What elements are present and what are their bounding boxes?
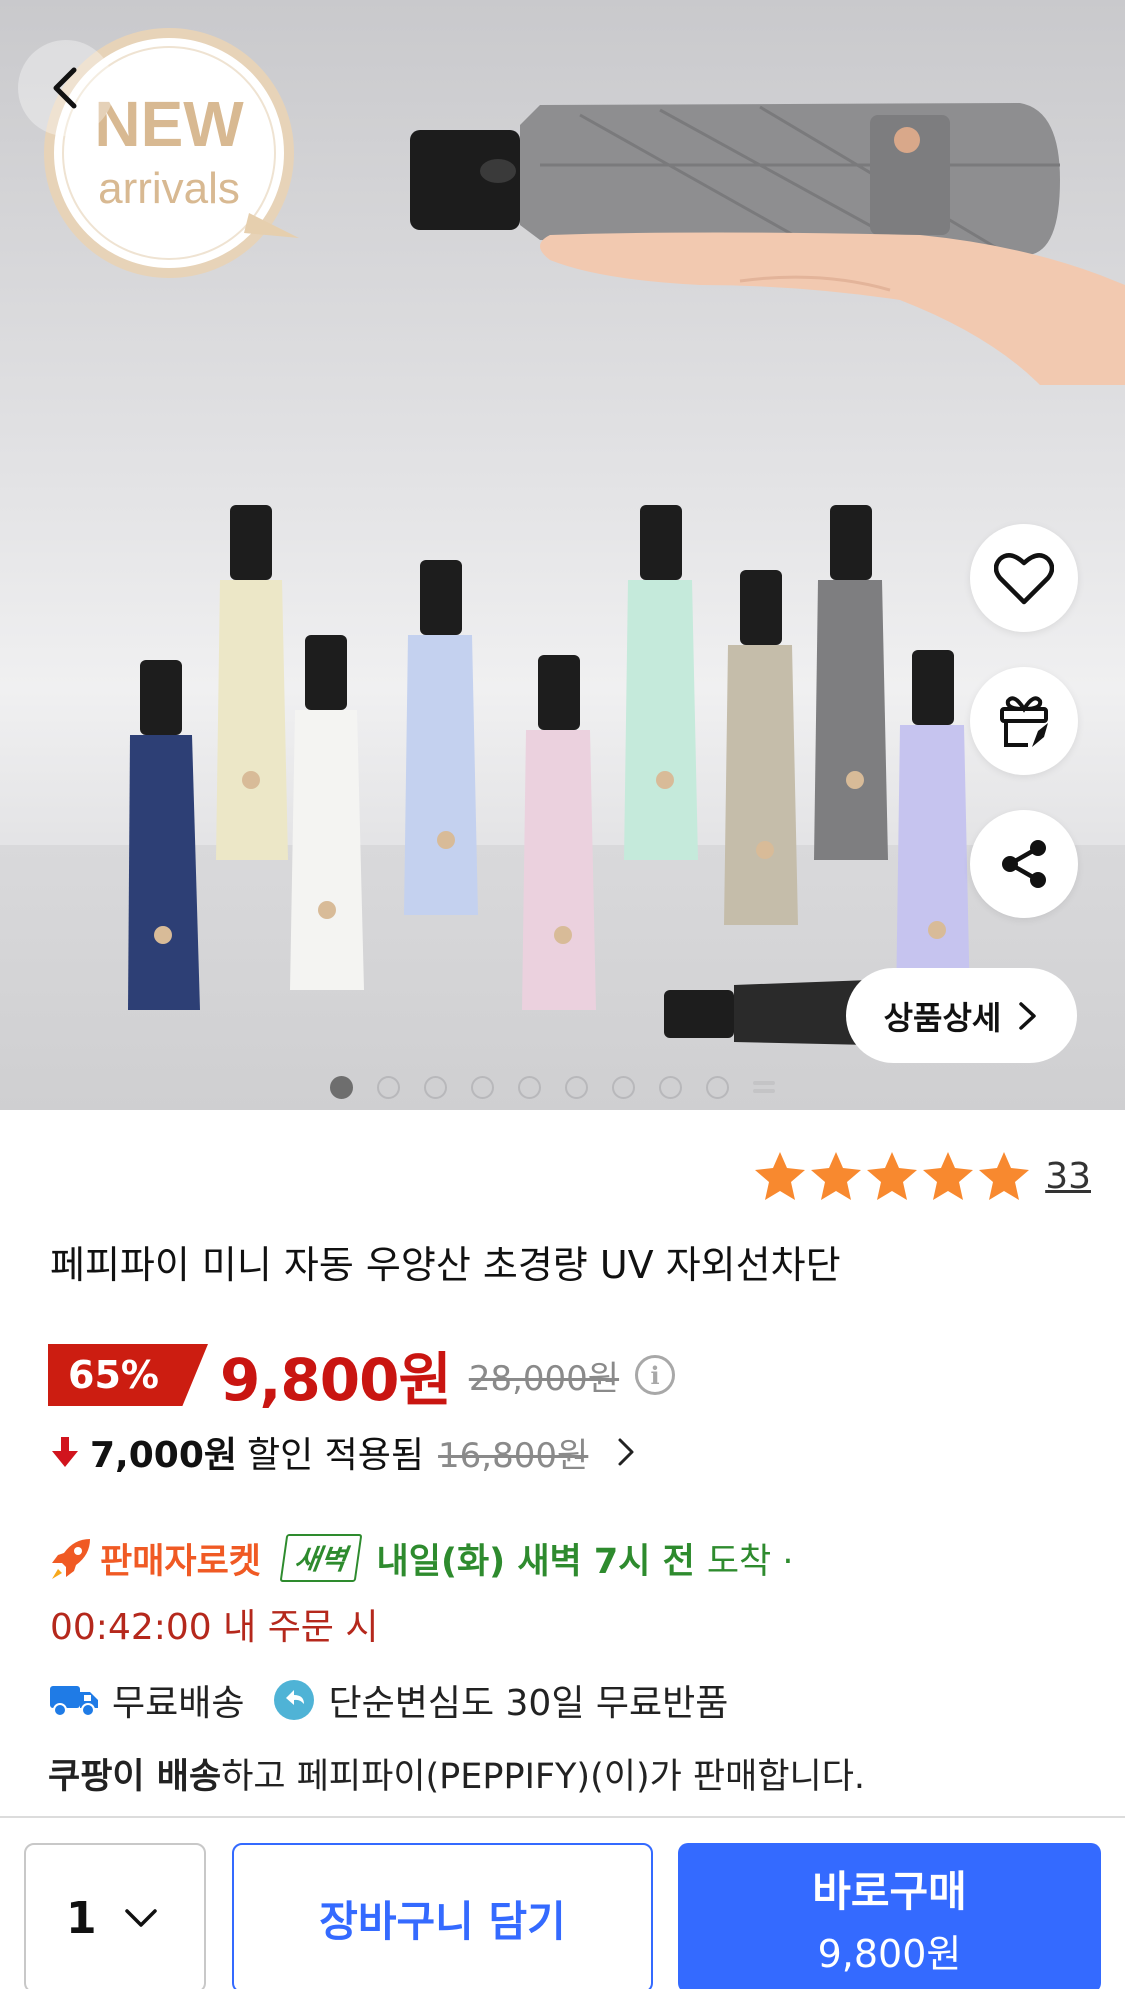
- dawn-delivery-badge: 새벽: [279, 1534, 362, 1582]
- badge-new-text: NEW: [94, 88, 244, 160]
- gift-icon: [1000, 696, 1048, 747]
- carousel-dot[interactable]: [565, 1075, 588, 1099]
- product-detail-label: 상품상세: [883, 998, 1002, 1037]
- quantity-value: 1: [66, 1892, 97, 1944]
- carousel-dot[interactable]: [471, 1075, 494, 1099]
- discount-badge: 65%: [48, 1344, 208, 1406]
- original-price: 28,000원: [468, 1358, 620, 1399]
- seller-text: 하고 페피파이(PEPPIFY)(이)가 판매합니다.: [221, 1757, 866, 1797]
- carousel-dot[interactable]: [518, 1075, 541, 1099]
- coupon-applied-text: 할인 적용됨: [247, 1435, 425, 1476]
- hand-holding-umbrella-image: [410, 103, 1125, 385]
- free-return-text: 단순변심도 30일 무료반품: [328, 1683, 729, 1724]
- arrival-suffix: 도착 ·: [706, 1541, 794, 1582]
- shipper-name: 쿠팡이 배송: [48, 1757, 222, 1797]
- quantity-select[interactable]: 1: [24, 1843, 206, 1989]
- carousel-pagination: [330, 1075, 775, 1099]
- badge-arrivals-text: arrivals: [98, 164, 240, 213]
- price-row: 65% 9,800원 28,000원 i: [48, 1340, 676, 1414]
- rating-summary[interactable]: 33: [753, 1150, 1091, 1202]
- coupon-original-price: 16,800원: [438, 1435, 589, 1476]
- delivery-info-row: 판매자로켓 새벽 내일(화) 새벽 7시 전 도착 ·: [48, 1530, 794, 1586]
- carousel-dot[interactable]: [612, 1075, 635, 1099]
- rocket-delivery-label: 판매자로켓: [100, 1541, 262, 1582]
- share-icon: [1002, 840, 1046, 888]
- product-detail-button[interactable]: 상품상세: [846, 968, 1077, 1063]
- carousel-dot[interactable]: [706, 1075, 729, 1099]
- umbrella-lineup-image: [128, 505, 970, 1045]
- seller-info: 쿠팡이 배송하고 페피파이(PEPPIFY)(이)가 판매합니다.: [48, 1748, 865, 1799]
- back-button[interactable]: [18, 40, 114, 136]
- free-shipping-text: 무료배송: [112, 1683, 245, 1724]
- sale-price: 9,800원: [220, 1346, 452, 1414]
- chevron-right-icon: [1019, 1001, 1037, 1030]
- coupon-amount: 7,000원: [90, 1435, 237, 1476]
- product-title: 페피파이 미니 자동 우양산 초경량 UV 자외선차단: [50, 1243, 841, 1287]
- arrival-date: 내일(화) 새벽 7시 전: [376, 1541, 695, 1582]
- buy-now-button[interactable]: 바로구매 9,800원: [678, 1843, 1101, 1989]
- rocket-icon: [52, 1539, 90, 1579]
- return-icon: [274, 1680, 315, 1720]
- carousel-dot[interactable]: [330, 1075, 353, 1099]
- chevron-right-icon: [618, 1438, 634, 1466]
- heart-icon: [994, 553, 1054, 605]
- gift-button[interactable]: [970, 667, 1078, 775]
- star-rating: [753, 1150, 1031, 1202]
- product-image-carousel[interactable]: NEW arrivals 상품상세: [0, 0, 1125, 1110]
- truck-icon: [50, 1686, 98, 1717]
- carousel-dot[interactable]: [659, 1075, 682, 1099]
- purchase-bar: 1 장바구니 담기 바로구매 9,800원: [0, 1816, 1125, 1989]
- arrow-down-icon: [52, 1437, 78, 1467]
- wishlist-button[interactable]: [970, 524, 1078, 632]
- add-to-cart-button[interactable]: 장바구니 담기: [232, 1843, 653, 1989]
- star-icon: [923, 1152, 974, 1200]
- star-icon: [811, 1152, 862, 1200]
- star-icon: [979, 1152, 1030, 1200]
- carousel-more-icon: [753, 1076, 775, 1098]
- share-button[interactable]: [970, 810, 1078, 918]
- chevron-left-icon: [53, 67, 77, 109]
- add-to-cart-label: 장바구니 담기: [319, 1896, 566, 1946]
- buy-now-label: 바로구매: [812, 1867, 967, 1916]
- info-icon[interactable]: i: [635, 1355, 676, 1395]
- star-icon: [755, 1152, 806, 1200]
- review-count-link[interactable]: 33: [1045, 1156, 1091, 1197]
- benefits-row: 무료배송 단순변심도 30일 무료반품: [48, 1670, 728, 1730]
- coupon-discount-row[interactable]: 7,000원 할인 적용됨 16,800원: [50, 1422, 636, 1482]
- star-icon: [867, 1152, 918, 1200]
- buy-now-price: 9,800원: [817, 1932, 962, 1976]
- carousel-dot[interactable]: [424, 1075, 447, 1099]
- chevron-down-icon: [124, 1909, 157, 1927]
- order-cutoff-countdown: 00:42:00 내 주문 시: [50, 1607, 379, 1648]
- carousel-dot[interactable]: [377, 1075, 400, 1099]
